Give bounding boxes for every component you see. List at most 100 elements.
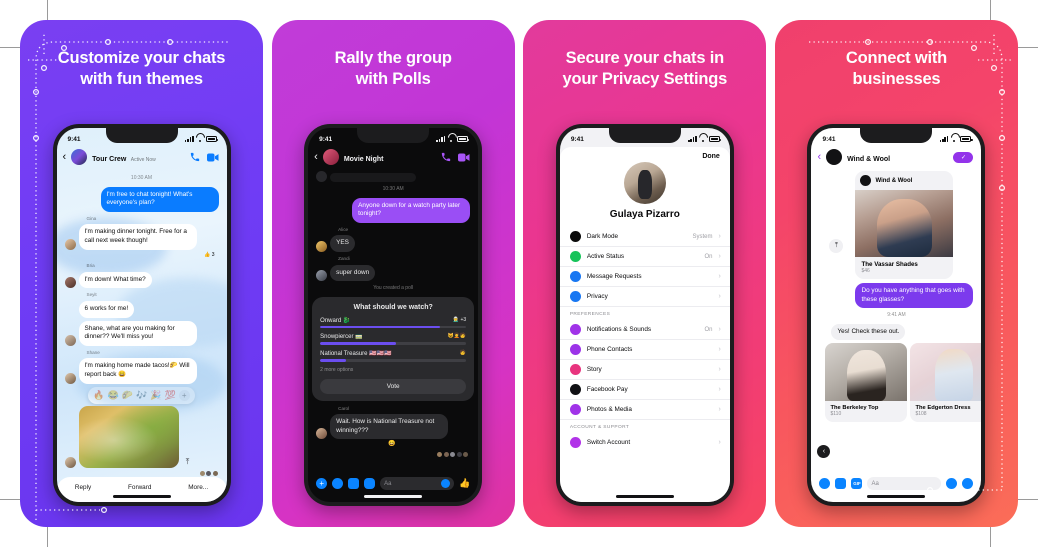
chevron-right-icon: › (718, 406, 721, 413)
poll-option-header: National Treasure 🇺🇸🇺🇸🇺🇸 🧑 (320, 350, 466, 357)
avatar[interactable] (322, 149, 339, 165)
poll-card[interactable]: What should we watch? Onward 🐉 🧝‍♂️ +3 S… (312, 296, 475, 401)
settings-row-phone-contacts[interactable]: Phone Contacts › (559, 340, 730, 360)
phone-mockup-2: 9:41 ‹ Movie Night 10:30 AM Anyone down … (304, 124, 483, 506)
back-icon[interactable]: ‹ (63, 151, 67, 163)
message-reaction[interactable]: 👍 3 (65, 251, 214, 260)
call-icon[interactable] (441, 152, 451, 162)
avatar[interactable] (65, 307, 76, 318)
message-bubble: Do you have anything that goes with thes… (855, 283, 974, 309)
menu-icon[interactable] (962, 478, 974, 489)
message-bubble (330, 173, 417, 182)
status-time: 9:41 (822, 135, 836, 143)
share-icon[interactable]: ⤒ (182, 456, 194, 468)
poll-created-notice: You created a poll (373, 285, 414, 292)
message-row-incoming: super down (316, 264, 470, 282)
avatar[interactable] (316, 270, 328, 282)
forward-button[interactable]: Forward (128, 484, 151, 491)
share-icon[interactable]: ⤒ (829, 239, 844, 253)
product-card[interactable]: The Edgerton Dress $108 (910, 343, 982, 423)
settings-row-photos-media[interactable]: Photos & Media › (559, 400, 730, 420)
settings-row-label: Privacy (586, 293, 608, 300)
video-call-icon[interactable] (206, 153, 219, 162)
call-icon[interactable] (190, 152, 200, 162)
camera-icon[interactable] (332, 478, 344, 489)
photo-message-row: ⤒ (57, 404, 227, 468)
seen-avatars (316, 451, 470, 457)
chevron-right-icon: › (718, 253, 721, 260)
avatar[interactable] (64, 372, 76, 384)
settings-row-story[interactable]: Story › (559, 360, 730, 380)
poll-option[interactable]: National Treasure 🇺🇸🇺🇸🇺🇸 🧑 (320, 350, 467, 362)
phone-mockup-3: 9:41 Done Gulaya Pizarro Dark Mode Syste (555, 124, 734, 506)
scroll-left-button[interactable]: ‹ (817, 445, 831, 458)
section-header-account: ACCOUNT & SUPPORT (569, 425, 630, 430)
message-row-outgoing: Anyone down for a watch party later toni… (316, 197, 471, 223)
business-product-card[interactable]: Wind & Wool The Vassar Shades $46 (855, 171, 954, 279)
avatar[interactable] (71, 149, 88, 165)
poll-more-options[interactable]: 2 more options (320, 367, 466, 373)
avatar[interactable] (826, 149, 843, 165)
panel-title-line2: businesses (852, 70, 941, 88)
settings-row-privacy[interactable]: Privacy › (559, 287, 730, 307)
camera-icon[interactable] (819, 478, 831, 489)
video-call-icon[interactable] (458, 153, 470, 162)
product-image (910, 343, 982, 402)
message-group: Alice YES (316, 226, 470, 252)
panel-connect-businesses: Connect with businesses 9:41 ‹ Wind & Wo… (774, 20, 1018, 527)
avatar[interactable] (316, 240, 328, 252)
done-button[interactable]: Done (560, 147, 730, 160)
verified-badge[interactable]: ✓ (953, 151, 974, 163)
mic-icon[interactable] (364, 478, 376, 489)
message-sender: Bria (86, 263, 95, 269)
battery-icon (457, 136, 470, 142)
message-row-incoming: 6 works for me! (65, 300, 219, 318)
gallery-icon[interactable] (835, 478, 847, 489)
message-reaction[interactable]: 😄 (388, 440, 470, 449)
plus-circle-icon[interactable]: + (316, 478, 328, 489)
settings-row-notifications[interactable]: Notifications & Sounds On › (559, 320, 730, 340)
message-input[interactable]: Aa (867, 477, 942, 490)
thumbs-up-icon[interactable]: 👍 (459, 478, 470, 489)
more-button[interactable]: More... (188, 484, 208, 491)
avatar[interactable] (316, 428, 328, 440)
sticker-icon[interactable] (440, 479, 450, 488)
avatar[interactable] (64, 277, 76, 289)
poll-option[interactable]: Onward 🐉 🧝‍♂️ +3 (320, 317, 467, 329)
sticker-icon[interactable] (946, 478, 958, 489)
message-input-placeholder: Aa (871, 480, 879, 487)
product-price: $110 (830, 411, 842, 418)
avatar[interactable] (64, 238, 76, 250)
back-icon[interactable]: ‹ (817, 151, 821, 163)
battery-icon (708, 136, 721, 142)
product-card[interactable]: The Berkeley Top $110 (825, 343, 908, 423)
back-icon[interactable]: ‹ (314, 151, 318, 163)
reply-button[interactable]: Reply (75, 484, 91, 491)
poll-vote-button[interactable]: Vote (320, 378, 467, 394)
gif-icon[interactable]: GIF (851, 478, 863, 489)
settings-row-switch-account[interactable]: Switch Account › (560, 433, 730, 452)
battery-icon (960, 136, 973, 142)
product-carousel[interactable]: The Berkeley Top $110 The Edgerton Dress… (825, 343, 982, 423)
product-price: $46 (861, 268, 870, 274)
poll-option[interactable]: Snowpiercer 🚃 😺🧑‍🦱🧑 (320, 333, 467, 345)
dark-mode-icon (569, 231, 581, 242)
gallery-icon[interactable] (348, 478, 360, 489)
message-input[interactable]: Aa (380, 477, 454, 490)
settings-row-message-requests[interactable]: Message Requests › (559, 267, 730, 287)
home-indicator (364, 495, 423, 498)
settings-row-value: On (704, 253, 713, 260)
avatar[interactable] (64, 334, 76, 346)
photo-attachment[interactable] (78, 405, 179, 468)
settings-row-active-status[interactable]: Active Status On › (559, 247, 730, 267)
chevron-right-icon: › (718, 346, 721, 353)
avatar[interactable] (316, 171, 328, 182)
settings-row-facebook-pay[interactable]: Facebook Pay › (559, 380, 730, 400)
profile-avatar[interactable] (623, 162, 666, 204)
settings-row-dark-mode[interactable]: Dark Mode System › (559, 227, 730, 247)
poll-option-label: Snowpiercer 🚃 (320, 334, 363, 341)
poll-option-label: Onward 🐉 (320, 317, 351, 324)
photos-media-icon (569, 404, 581, 415)
product-card-footer: The Edgerton Dress $108 (910, 401, 981, 422)
avatar[interactable] (64, 456, 76, 468)
